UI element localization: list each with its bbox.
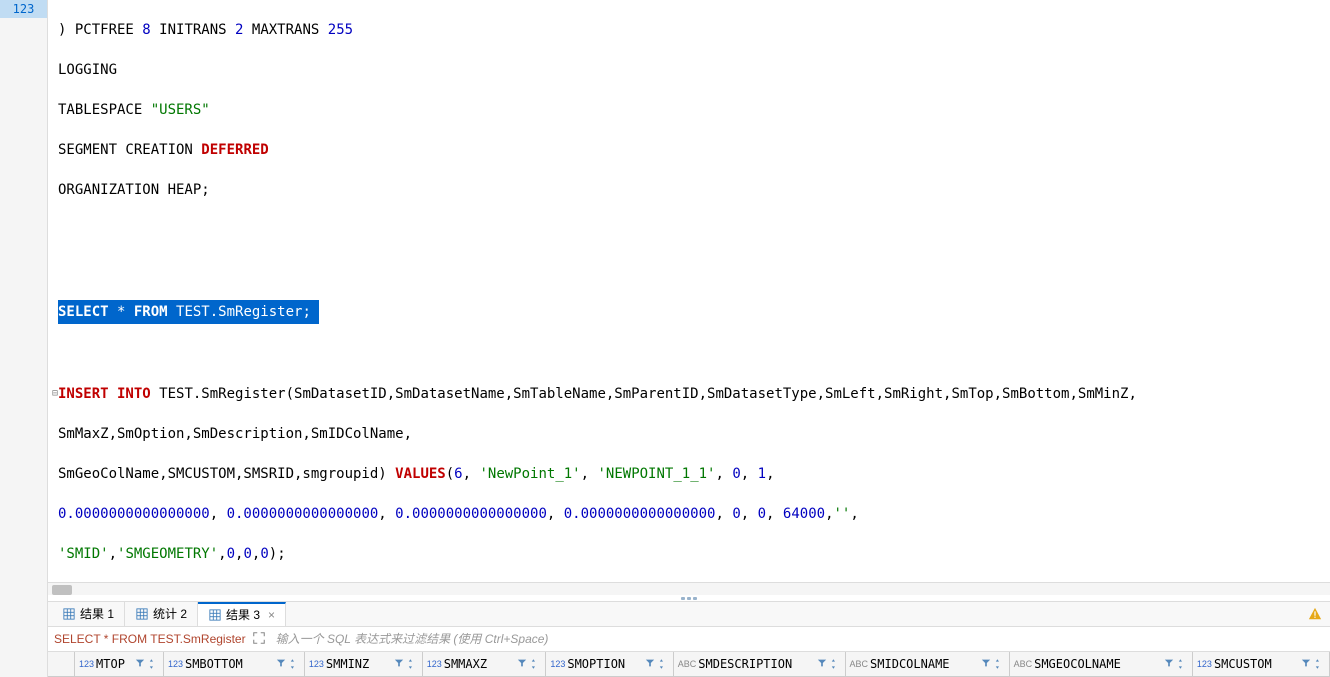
column-header[interactable]: ABCSMGEOCOLNAME (1010, 652, 1193, 676)
results-tabs-bar: 结果 1 统计 2 结果 3 × (48, 601, 1330, 627)
filter-icon[interactable] (394, 658, 406, 670)
filter-icon[interactable] (135, 658, 147, 670)
column-name: SMOPTION (567, 657, 642, 671)
grid-header-row: 123MTOP123SMBOTTOM123SMMINZ123SMMAXZ123S… (48, 652, 1330, 677)
column-header[interactable]: 123SMMINZ (305, 652, 423, 676)
close-icon[interactable]: × (268, 608, 275, 622)
column-name: SMMAXZ (444, 657, 516, 671)
column-name: SMMINZ (326, 657, 392, 671)
sort-icon[interactable] (831, 659, 841, 669)
tab-label: 结果 3 (226, 606, 260, 623)
token-pctfree: ) PCTFREE (58, 22, 142, 38)
column-header[interactable]: 123SMCUSTOM (1193, 652, 1330, 676)
column-name: SMCUSTOM (1214, 657, 1299, 671)
filter-input-placeholder[interactable]: 输入一个 SQL 表达式来过滤结果 (使用 Ctrl+Space) (268, 630, 549, 647)
sql-editor[interactable]: ) PCTFREE 8 INITRANS 2 MAXTRANS 255 LOGG… (48, 0, 1330, 582)
sort-icon[interactable] (290, 659, 300, 669)
column-name: SMGEOCOLNAME (1034, 657, 1162, 671)
column-header[interactable]: ABCSMIDCOLNAME (846, 652, 1010, 676)
filter-icon[interactable] (1164, 658, 1176, 670)
column-name: SMIDCOLNAME (870, 657, 979, 671)
result-tab[interactable]: 结果 3 × (198, 602, 286, 626)
result-tab[interactable]: 统计 2 (125, 602, 198, 626)
filter-icon[interactable] (817, 658, 829, 670)
executed-sql-label: SELECT * FROM TEST.SmRegister (48, 632, 252, 646)
editor-horizontal-scrollbar[interactable] (48, 582, 1330, 596)
text-type-icon: ABC (1014, 659, 1033, 669)
grid-rownum-header[interactable] (48, 652, 75, 676)
selected-sql-line[interactable]: SELECT * FROM TEST.SmRegister; (58, 300, 319, 324)
column-header[interactable]: 123SMBOTTOM (164, 652, 305, 676)
filter-icon[interactable] (276, 658, 288, 670)
warning-icon[interactable] (1308, 607, 1322, 621)
numeric-type-icon: 123 (550, 659, 565, 669)
sort-icon[interactable] (531, 659, 541, 669)
grid-icon (62, 607, 76, 621)
filter-icon[interactable] (517, 658, 529, 670)
tab-label: 结果 1 (80, 605, 114, 622)
numeric-type-icon: 123 (79, 659, 94, 669)
sort-icon[interactable] (659, 659, 669, 669)
filter-icon[interactable] (981, 658, 993, 670)
numeric-type-icon: 123 (427, 659, 442, 669)
grid-icon (135, 607, 149, 621)
column-header[interactable]: 123SMOPTION (546, 652, 673, 676)
column-header[interactable]: 123SMMAXZ (423, 652, 547, 676)
column-name: SMDESCRIPTION (698, 657, 814, 671)
numeric-type-icon: 123 (168, 659, 183, 669)
line-number[interactable]: 123 (0, 0, 47, 18)
text-type-icon: ABC (678, 659, 697, 669)
column-name: MTOP (96, 657, 133, 671)
scrollbar-thumb[interactable] (52, 585, 72, 595)
fold-marker-icon[interactable]: ⊟ (52, 384, 58, 404)
sort-icon[interactable] (408, 659, 418, 669)
results-status-bar: SELECT * FROM TEST.SmRegister 输入一个 SQL 表… (48, 627, 1330, 652)
sort-icon[interactable] (1315, 659, 1325, 669)
sort-icon[interactable] (995, 659, 1005, 669)
column-header[interactable]: 123MTOP (75, 652, 164, 676)
grid-icon (208, 608, 222, 622)
sort-icon[interactable] (1178, 659, 1188, 669)
numeric-type-icon: 123 (1197, 659, 1212, 669)
line-number-gutter[interactable]: 123 (0, 0, 48, 677)
result-tab[interactable]: 结果 1 (52, 602, 125, 626)
expand-icon[interactable] (252, 631, 268, 647)
column-name: SMBOTTOM (185, 657, 274, 671)
column-header[interactable]: ABCSMDESCRIPTION (674, 652, 846, 676)
sort-icon[interactable] (149, 659, 159, 669)
numeric-type-icon: 123 (309, 659, 324, 669)
filter-icon[interactable] (1301, 658, 1313, 670)
filter-icon[interactable] (645, 658, 657, 670)
text-type-icon: ABC (850, 659, 869, 669)
tab-label: 统计 2 (153, 605, 187, 622)
